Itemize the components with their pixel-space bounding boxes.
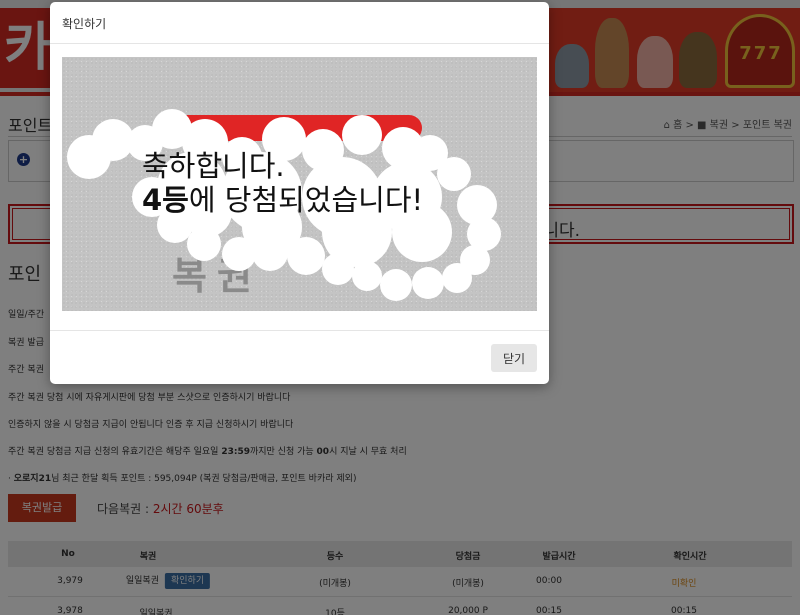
- scratched-patch: [437, 157, 471, 191]
- prize-message: 축하합니다. 4등에 당첨되었습니다!: [142, 149, 423, 217]
- scratched-patch: [380, 269, 412, 301]
- scratched-patch: [412, 267, 444, 299]
- prize-result-text: 에 당첨되었습니다!: [188, 183, 424, 217]
- confirm-modal: 확인하기 복권 축하합니다. 4등에 당첨되었습니다! 닫기: [50, 2, 549, 384]
- scratch-card[interactable]: 복권 축하합니다. 4등에 당첨되었습니다!: [62, 57, 537, 311]
- congrats-text: 축하합니다.: [142, 149, 285, 183]
- modal-header: 확인하기: [50, 2, 549, 44]
- modal-title: 확인하기: [62, 17, 107, 31]
- scratched-patch: [442, 263, 472, 293]
- prize-rank: 4등: [142, 183, 189, 217]
- modal-footer: 닫기: [50, 330, 549, 384]
- close-button[interactable]: 닫기: [491, 344, 537, 372]
